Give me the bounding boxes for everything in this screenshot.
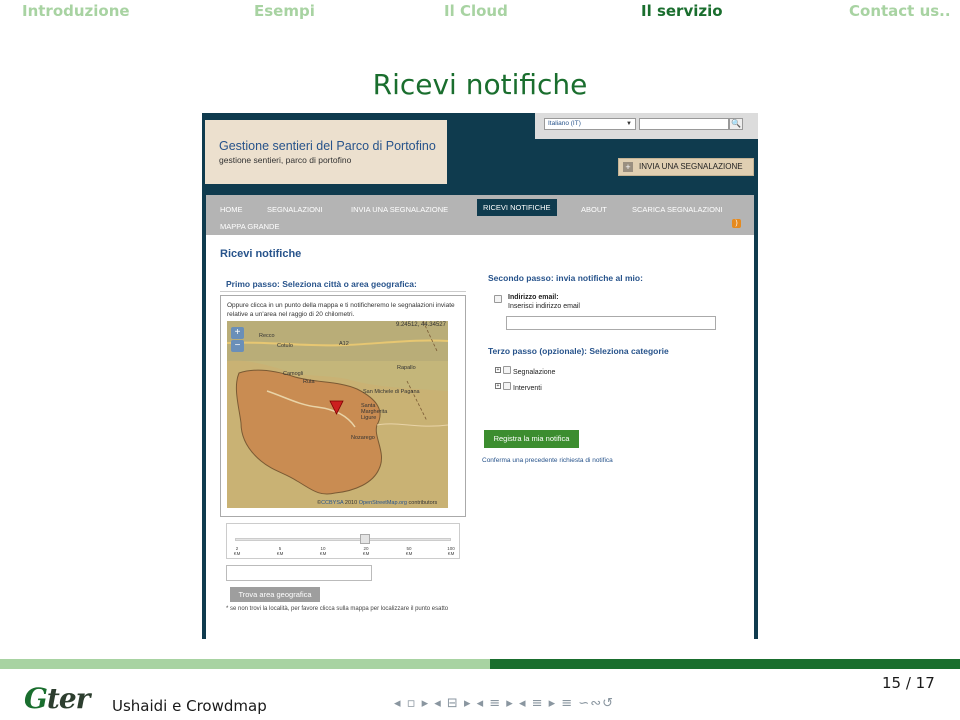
invia-segnalazione-button[interactable]: + INVIA UNA SEGNALAZIONE bbox=[618, 158, 754, 176]
expand-icon[interactable]: + bbox=[495, 383, 501, 389]
attribution-ccbysa-link[interactable]: CCBYSA bbox=[321, 500, 343, 506]
map-label: Santa Margherita Ligure bbox=[361, 403, 388, 421]
map-label: Rapallo bbox=[397, 365, 416, 371]
nav-introduzione[interactable]: Introduzione bbox=[22, 2, 130, 20]
invia-segnalazione-label: INVIA UNA SEGNALAZIONE bbox=[639, 162, 743, 171]
menu-home[interactable]: HOME bbox=[220, 205, 243, 214]
slide-title: Ricevi notifiche bbox=[372, 68, 588, 101]
menu-invia-segnalazione[interactable]: INVIA UNA SEGNALAZIONE bbox=[351, 205, 448, 214]
content-title: Ricevi notifiche bbox=[220, 248, 302, 260]
map-tiles bbox=[227, 321, 448, 508]
map-description: Oppure clicca in un punto della mappa e … bbox=[227, 302, 455, 318]
email-label: Indirizzo email: bbox=[508, 294, 559, 301]
map-attribution: ©CCBYSA 2010 OpenStreetMap.org contribut… bbox=[317, 500, 437, 506]
attribution-year: 2010 bbox=[343, 500, 359, 506]
map-panel: Oppure clicca in un punto della mappa e … bbox=[220, 295, 466, 517]
radius-tick: 5 KM bbox=[276, 546, 284, 556]
radius-slider-track[interactable] bbox=[235, 538, 451, 541]
site-header-box: Gestione sentieri del Parco di Portofino… bbox=[205, 120, 447, 184]
chevron-down-icon: ▼ bbox=[626, 121, 632, 127]
trova-area-button[interactable]: Trova area geografica bbox=[230, 587, 320, 602]
language-select[interactable]: Italiano (IT) ▼ bbox=[544, 118, 636, 130]
page-number: 15 / 17 bbox=[882, 674, 935, 692]
footer-title: Ushaidi e Crowdmap bbox=[112, 697, 267, 715]
map-label: Nozarego bbox=[351, 435, 375, 441]
language-select-value: Italiano (IT) bbox=[548, 120, 581, 127]
radius-tick: 2 KM bbox=[233, 546, 241, 556]
site-title[interactable]: Gestione sentieri del Parco di Portofino bbox=[219, 139, 436, 153]
menu-mappa-grande[interactable]: MAPPA GRANDE bbox=[220, 222, 279, 231]
rss-icon[interactable]: ) bbox=[732, 219, 741, 228]
menu-segnalazioni[interactable]: SEGNALAZIONI bbox=[267, 205, 322, 214]
website-screenshot: Gestione sentieri del Parco di Portofino… bbox=[202, 113, 758, 639]
nav-il-cloud[interactable]: Il Cloud bbox=[444, 2, 508, 20]
email-hint: Inserisci indirizzo email bbox=[508, 303, 580, 310]
radius-slider-handle[interactable] bbox=[360, 534, 370, 544]
attribution-suffix: contributors bbox=[407, 500, 438, 506]
footer-bar-dark bbox=[490, 659, 960, 669]
radius-tick: 100 KM bbox=[447, 546, 455, 556]
category-label: Interventi bbox=[513, 385, 542, 392]
attribution-osm-link[interactable]: OpenStreetMap.org bbox=[359, 500, 407, 506]
nav-il-servizio[interactable]: Il servizio bbox=[641, 2, 723, 20]
location-note: * se non trovi la località, per favore c… bbox=[226, 606, 449, 612]
map-label: A12 bbox=[339, 341, 349, 347]
gter-logo: Gter bbox=[24, 682, 90, 715]
divider bbox=[220, 291, 466, 292]
registra-notifica-button[interactable]: Registra la mia notifica bbox=[484, 430, 579, 448]
radius-tick: 50 KM bbox=[405, 546, 413, 556]
map-label: Recco bbox=[259, 333, 275, 339]
confirm-notifica-link[interactable]: Conferma una precedente richiesta di not… bbox=[482, 457, 613, 464]
nav-contact-us[interactable]: Contact us.. bbox=[849, 2, 951, 20]
search-icon: 🔍 bbox=[731, 119, 741, 128]
map-label: Camogli bbox=[283, 371, 304, 377]
location-input[interactable] bbox=[226, 565, 372, 581]
map[interactable]: + − 9.24512, 44.34527 Recco Cotulo Camog… bbox=[227, 321, 448, 508]
content-area: HOME SEGNALAZIONI INVIA UNA SEGNALAZIONE… bbox=[206, 195, 754, 639]
plus-icon: + bbox=[623, 162, 633, 172]
site-subtitle: gestione sentieri, parco di portofino bbox=[219, 155, 352, 165]
menu-scarica-segnalazioni[interactable]: SCARICA SEGNALAZIONI bbox=[632, 205, 722, 214]
beamer-nav-symbols-icon[interactable]: ◂ ▫ ▸ ◂ ⊟ ▸ ◂ ≡ ▸ ◂ ≡ ▸ ≡ ∽∾↺ bbox=[394, 696, 614, 711]
search-button[interactable]: 🔍 bbox=[729, 118, 743, 130]
map-label: Cotulo bbox=[277, 343, 293, 349]
main-menu: HOME SEGNALAZIONI INVIA UNA SEGNALAZIONE… bbox=[206, 195, 754, 235]
menu-ricevi-notifiche[interactable]: RICEVI NOTIFICHE bbox=[477, 199, 557, 216]
radius-slider-panel: 2 KM 5 KM 10 KM 20 KM 50 KM 100 KM bbox=[226, 523, 460, 559]
email-field[interactable] bbox=[506, 316, 716, 330]
map-coordinates: 9.24512, 44.34527 bbox=[395, 322, 446, 328]
step3-heading: Terzo passo (opzionale): Seleziona categ… bbox=[488, 346, 669, 356]
nav-esempi[interactable]: Esempi bbox=[254, 2, 315, 20]
map-label: Ruta bbox=[303, 379, 315, 385]
email-checkbox[interactable] bbox=[494, 295, 502, 303]
radius-tick: 10 KM bbox=[319, 546, 327, 556]
category-label: Segnalazione bbox=[513, 369, 556, 376]
step1-heading: Primo passo: Seleziona città o area geog… bbox=[226, 279, 417, 289]
radius-tick: 20 KM bbox=[362, 546, 370, 556]
zoom-in-icon[interactable]: + bbox=[231, 327, 244, 339]
expand-icon[interactable]: + bbox=[495, 367, 501, 373]
map-label: San Michele di Pagana bbox=[363, 389, 420, 395]
category-checkbox-interventi[interactable] bbox=[503, 382, 511, 390]
zoom-out-icon[interactable]: − bbox=[231, 340, 244, 352]
menu-about[interactable]: ABOUT bbox=[581, 205, 607, 214]
footer-bar bbox=[0, 659, 960, 669]
category-checkbox-segnalazione[interactable] bbox=[503, 366, 511, 374]
step2-heading: Secondo passo: invia notifiche al mio: bbox=[488, 273, 643, 283]
search-input[interactable] bbox=[639, 118, 729, 130]
beamer-section-nav: Introduzione Esempi Il Cloud Il servizio… bbox=[0, 0, 960, 24]
